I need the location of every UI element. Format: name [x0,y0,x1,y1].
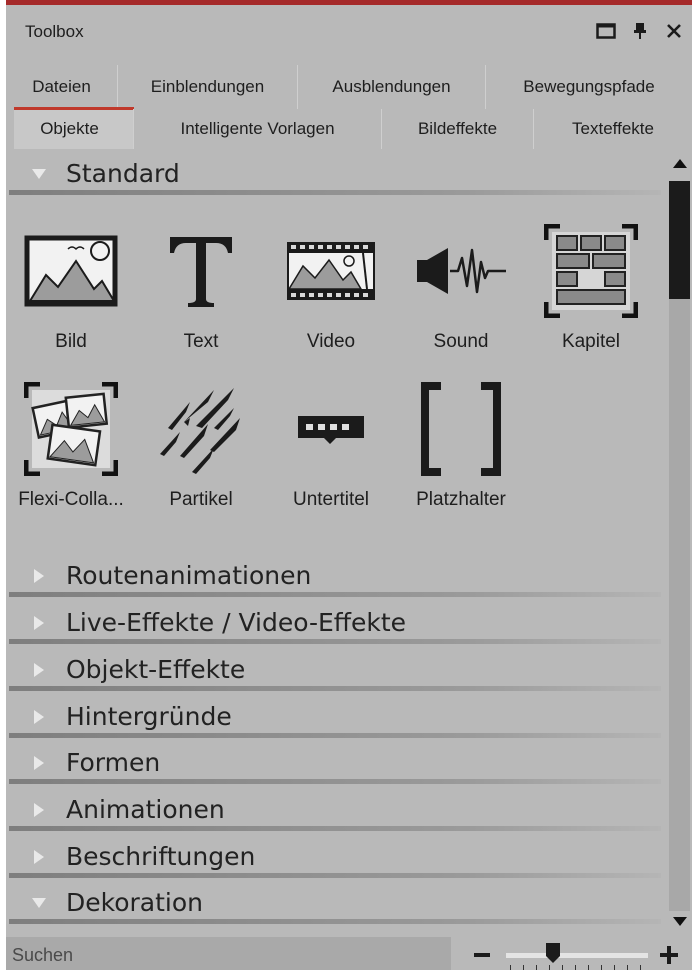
section-hintergruende[interactable]: Hintergründe [6,694,666,740]
item-video[interactable]: Video [266,221,396,371]
tab-einblendungen[interactable]: Einblendungen [118,65,298,109]
zoom-slider-thumb[interactable] [546,943,560,963]
scroll-up-icon[interactable] [673,159,687,168]
tab-intelligente-vorlagen[interactable]: Intelligente Vorlagen [134,109,382,149]
section-label: Objekt-Effekte [66,655,246,684]
maximize-icon[interactable] [594,20,618,42]
section-divider [9,190,661,195]
zoom-slider[interactable] [506,953,648,958]
tab-row-top: Dateien Einblendungen Ausblendungen Bewe… [6,65,692,109]
video-icon [281,221,381,321]
expand-arrow-icon [34,569,44,583]
item-platzhalter[interactable]: Platzhalter [396,379,526,529]
section-standard[interactable]: Standard [6,151,666,197]
section-divider [9,779,661,784]
section-divider [9,686,661,691]
section-divider [9,873,661,878]
section-label: Routenanimationen [66,561,312,590]
item-label: Video [306,331,356,352]
item-label: Bild [55,331,87,352]
zoom-slider-ticks [510,965,646,970]
section-divider [9,919,661,924]
close-icon[interactable] [662,20,686,42]
section-live-effekte[interactable]: Live-Effekte / Video-Effekte [6,600,666,646]
zoom-in-icon[interactable] [660,946,678,964]
tab-dateien[interactable]: Dateien [6,65,118,109]
tab-bewegungspfade[interactable]: Bewegungspfade [486,65,692,109]
subtitle-icon [281,379,381,479]
section-label: Standard [66,159,180,188]
section-objekt-effekte[interactable]: Objekt-Effekte [6,647,666,693]
object-list: Standard Bild Text Video Sound Kapitel F… [6,151,666,931]
sound-icon [411,221,511,321]
section-divider [9,826,661,831]
section-beschriftungen[interactable]: Beschriftungen [6,834,666,880]
tab-texteffekte[interactable]: Texteffekte [534,109,692,149]
expand-arrow-icon [34,803,44,817]
bottom-bar [6,933,692,970]
flexi-collage-icon [21,379,121,479]
tab-ausblendungen[interactable]: Ausblendungen [298,65,486,109]
item-text[interactable]: Text [136,221,266,371]
section-label: Beschriftungen [66,842,256,871]
item-flexi-collage[interactable]: Flexi-Colla... [6,379,136,529]
item-bild[interactable]: Bild [6,221,136,371]
item-kapitel[interactable]: Kapitel [526,221,656,371]
item-label: Flexi-Colla... [18,489,124,510]
search-input[interactable] [6,937,451,970]
scroll-down-icon[interactable] [673,917,687,926]
expand-arrow-icon [32,169,46,179]
toolbox-window: Toolbox Dateien Einblendungen Ausblendun… [6,0,692,970]
item-untertitel[interactable]: Untertitel [266,379,396,529]
text-icon [151,221,251,321]
section-divider [9,592,661,597]
section-routenanimationen[interactable]: Routenanimationen [6,553,666,599]
expand-arrow-icon [34,710,44,724]
particle-icon [151,379,251,479]
section-divider [9,733,661,738]
section-label: Dekoration [66,888,203,917]
section-animationen[interactable]: Animationen [6,787,666,833]
section-label: Hintergründe [66,702,232,731]
expand-arrow-icon [34,756,44,770]
section-label: Live-Effekte / Video-Effekte [66,608,407,637]
item-label: Kapitel [561,331,621,352]
section-label: Animationen [66,795,225,824]
tab-objekte[interactable]: Objekte [6,109,134,149]
section-dekoration[interactable]: Dekoration [6,880,666,926]
expand-arrow-icon [34,616,44,630]
item-label: Sound [433,331,489,352]
item-label: Partikel [169,489,233,510]
placeholder-icon [411,379,511,479]
zoom-out-icon[interactable] [474,953,490,957]
tab-row-bottom: Objekte Intelligente Vorlagen Bildeffekt… [6,109,692,149]
item-partikel[interactable]: Partikel [136,379,266,529]
window-title: Toolbox [25,22,84,41]
item-label: Untertitel [292,489,370,510]
scroll-thumb[interactable] [669,181,690,299]
expand-arrow-icon [34,850,44,864]
chapter-icon [541,221,641,321]
section-label: Formen [66,748,161,777]
vertical-scrollbar[interactable] [666,151,692,931]
section-divider [9,639,661,644]
item-label: Text [183,331,219,352]
section-formen[interactable]: Formen [6,740,666,786]
item-label: Platzhalter [416,489,506,510]
title-bar: Toolbox [6,10,692,52]
expand-arrow-icon [32,898,46,908]
image-icon [21,221,121,321]
pin-icon[interactable] [628,20,652,42]
expand-arrow-icon [34,663,44,677]
tab-bildeffekte[interactable]: Bildeffekte [382,109,534,149]
item-sound[interactable]: Sound [396,221,526,371]
